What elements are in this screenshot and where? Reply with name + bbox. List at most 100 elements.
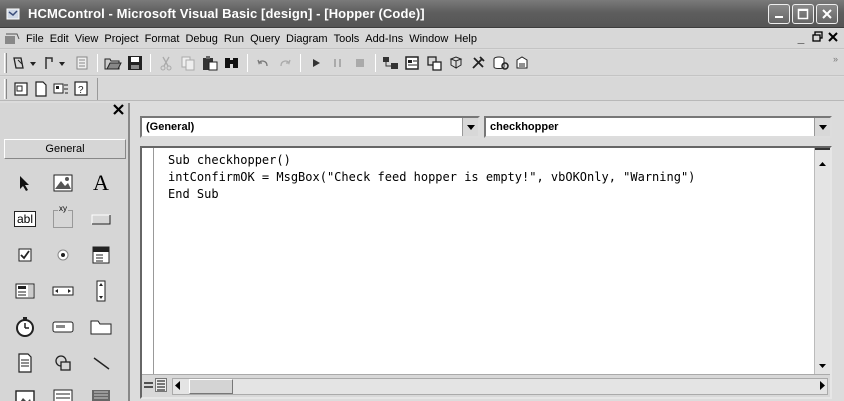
toolbox-close-button[interactable] [113,104,124,118]
menu-add-ins[interactable]: Add-Ins [362,30,406,48]
vb-app-icon[interactable] [6,6,22,22]
menu-debug[interactable]: Debug [182,30,220,48]
toolbar-separator [375,53,376,72]
code-window-icon[interactable] [3,31,21,47]
menu-format[interactable]: Format [142,30,183,48]
redo-button[interactable] [274,53,296,73]
object-browser-icon [449,55,463,69]
listbox-tool[interactable] [6,276,44,306]
label-icon: A [93,170,109,195]
scroll-down-button[interactable] [815,358,830,374]
checkbox-tool[interactable] [6,240,44,270]
scroll-left-button[interactable] [175,381,180,393]
toolbox-tab-general[interactable]: General [4,139,126,159]
scroll-up-button[interactable] [815,156,830,172]
properties-window-button[interactable] [402,53,424,73]
textbox-tool[interactable]: abl [6,204,44,234]
scroll-down-icon [819,364,826,368]
menu-help[interactable]: Help [451,30,480,48]
new-module-button[interactable] [31,79,51,99]
ole-tool[interactable] [82,384,120,401]
shape-tool[interactable] [44,348,82,378]
optionbutton-tool[interactable] [44,240,82,270]
add-form-button[interactable] [41,53,71,73]
binoculars-icon [225,57,238,68]
toolbar-grip[interactable] [4,52,7,73]
menu-window[interactable]: Window [406,30,451,48]
open-project-button[interactable] [102,53,124,73]
form-layout-button[interactable] [424,53,446,73]
break-button[interactable] [327,53,349,73]
commandbutton-tool[interactable] [82,204,120,234]
menu-run[interactable]: Run [221,30,247,48]
toolbar-grip[interactable] [4,78,7,99]
object-combobox[interactable]: (General) [140,116,480,138]
scroll-up-icon [819,162,826,166]
object-browser-button[interactable] [446,53,468,73]
label-tool[interactable]: A [82,168,120,198]
project-explorer-button[interactable] [380,53,402,73]
combobox-tool[interactable] [82,240,120,270]
procedure-view-button[interactable] [142,378,154,392]
menu-edit[interactable]: Edit [47,30,72,48]
close-button[interactable] [816,4,838,24]
component-manager-icon [516,55,528,68]
code-editor[interactable]: Sub checkhopper() intConfirmOK = MsgBox("… [140,146,832,399]
undo-button[interactable] [252,53,274,73]
filelistbox-tool[interactable] [6,348,44,378]
picturebox-tool[interactable] [44,168,82,198]
view-form-icon [14,81,28,96]
vscrollbar-tool[interactable] [82,276,120,306]
object-combobox-dropdown[interactable] [462,118,478,136]
view-form-button[interactable] [11,79,31,99]
pointer-tool[interactable] [6,168,44,198]
cut-button[interactable] [155,53,177,73]
menu-view[interactable]: View [72,30,102,48]
frame-icon: xy [53,204,73,228]
save-project-button[interactable] [124,53,146,73]
paste-button[interactable] [199,53,221,73]
components-button[interactable] [51,79,71,99]
hscrollbar-tool[interactable] [44,276,82,306]
toolbar-overflow-chevron[interactable]: » [833,54,838,64]
dirlistbox-tool[interactable] [82,312,120,342]
menu-tools[interactable]: Tools [331,30,363,48]
toolbox-button[interactable] [468,53,490,73]
procedure-combobox[interactable]: checkhopper [484,116,832,138]
drivelistbox-tool[interactable] [44,312,82,342]
margin-indicator-bar[interactable] [142,148,154,374]
end-button[interactable] [349,53,371,73]
add-project-button[interactable] [11,53,41,73]
mdi-restore-button[interactable] [810,31,824,46]
image-tool[interactable] [6,384,44,401]
horizontal-scrollbar[interactable] [172,378,828,395]
copy-button[interactable] [177,53,199,73]
scroll-right-button[interactable] [820,381,825,393]
maximize-button[interactable] [792,4,814,24]
minimize-button[interactable] [768,4,790,24]
menu-editor-button[interactable] [71,53,93,73]
help-button[interactable]: ? [71,79,91,99]
standard-toolbar: » [0,50,844,76]
full-module-view-button[interactable] [155,378,167,392]
mdi-close-button[interactable] [826,31,840,46]
menu-project[interactable]: Project [101,30,141,48]
visual-component-manager-button[interactable] [512,53,534,73]
procedure-combobox-dropdown[interactable] [814,118,830,136]
menu-editor-icon [76,56,88,69]
timer-tool[interactable] [6,312,44,342]
line-tool[interactable] [82,348,120,378]
data-view-button[interactable] [490,53,512,73]
menu-file[interactable]: File [23,30,47,48]
splitter-bar[interactable] [815,148,830,150]
find-button[interactable] [221,53,243,73]
horizontal-scroll-thumb[interactable] [189,379,233,394]
mdi-minimize-button[interactable]: _ [794,31,808,46]
code-text[interactable]: Sub checkhopper() intConfirmOK = MsgBox("… [168,152,695,203]
frame-tool[interactable]: xy [44,204,82,234]
start-button[interactable] [305,53,327,73]
menu-diagram[interactable]: Diagram [283,30,331,48]
vertical-scrollbar[interactable] [814,148,830,374]
data-tool[interactable] [44,384,82,401]
menu-query[interactable]: Query [247,30,283,48]
